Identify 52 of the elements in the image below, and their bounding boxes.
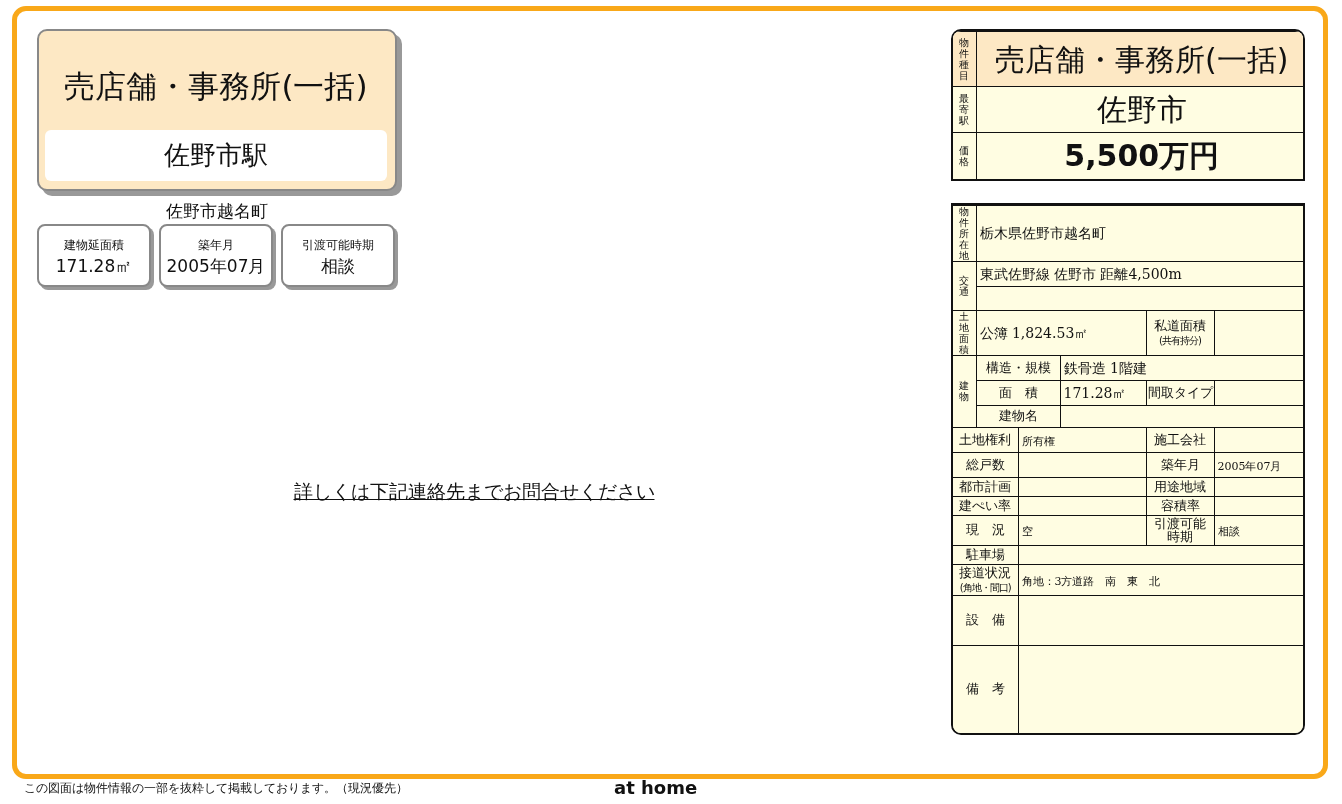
field-value: 2005年07月 xyxy=(1217,459,1282,473)
field-value: 東武佐野線 佐野市 距離4,500m xyxy=(979,265,1182,282)
field-label: 容積率 xyxy=(1159,498,1201,513)
field-label: 用途地域 xyxy=(1153,479,1207,494)
field-value: 所有権 xyxy=(1021,434,1055,448)
field-value: 相談 xyxy=(1217,525,1240,539)
field-value: 171.28㎡ xyxy=(1063,384,1127,401)
row-label: 土地面積 xyxy=(959,310,970,355)
field-label: 建物名 xyxy=(997,409,1039,423)
field-label: 現 況 xyxy=(964,523,1006,538)
field-value: 空 xyxy=(1021,525,1033,539)
field-label: 設 備 xyxy=(964,613,1006,627)
fact-label: 築年月 xyxy=(197,237,235,254)
logo: at home xyxy=(614,779,698,797)
row-label: 物件所在地 xyxy=(959,205,970,261)
field-label: 構造・規模 xyxy=(984,360,1052,375)
field-label: 接道状況 xyxy=(958,566,1013,580)
contact-note: 詳しくは下記連絡先までお問合せください xyxy=(292,479,656,504)
fact-label: 引渡可能時期 xyxy=(301,237,375,254)
field-label: 施工会社 xyxy=(1153,432,1207,447)
field-label: 面 積 xyxy=(997,385,1039,400)
field-label: 間取タイプ xyxy=(1146,385,1214,400)
address: 佐野市越名町 xyxy=(165,199,269,223)
field-label-note: (角地・間口) xyxy=(959,581,1011,593)
station-name: 佐野市駅 xyxy=(45,129,387,181)
row-label: 最寄駅 xyxy=(959,93,970,126)
field-value: 公簿 1,824.53㎡ xyxy=(979,324,1089,341)
row-label: 価格 xyxy=(959,144,970,167)
field-label: 駐車場 xyxy=(964,548,1006,562)
field-value: 角地：3方道路 南 東 北 xyxy=(1021,574,1161,588)
row-label: 建物 xyxy=(959,380,970,402)
field-label: 総戸数 xyxy=(964,457,1006,472)
field-value: 栃木県佐野市越名町 xyxy=(979,225,1106,241)
property-type: 売店舗・事務所(一括) xyxy=(63,67,369,106)
fact-value: 171.28㎡ xyxy=(54,255,134,278)
field-label: 築年月 xyxy=(1159,457,1201,472)
fact-value: 相談 xyxy=(320,255,356,278)
field-label-note: (共有持分) xyxy=(1159,334,1201,346)
field-label: 土地権利 xyxy=(958,432,1013,447)
disclaimer-note: この図面は物件情報の一部を抜粋して掲載しております。（現況優先） xyxy=(24,780,409,797)
summary-value: 5,500万円 xyxy=(976,132,1303,179)
fact-value: 2005年07月 xyxy=(165,255,267,278)
summary-value: 売店舗・事務所(一括) xyxy=(976,31,1303,87)
row-label: 物件種目 xyxy=(959,37,970,81)
field-label: 私道面積 xyxy=(1153,318,1207,333)
row-label: 交通 xyxy=(959,274,970,297)
fact-label: 建物延面積 xyxy=(63,237,125,254)
field-label: 都市計画 xyxy=(958,479,1013,494)
field-value: 鉄骨造 1階建 xyxy=(1063,359,1147,376)
field-label: 備 考 xyxy=(964,682,1006,697)
field-label: 建ぺい率 xyxy=(958,498,1013,513)
field-label: 引渡可能時期 xyxy=(1153,516,1207,544)
